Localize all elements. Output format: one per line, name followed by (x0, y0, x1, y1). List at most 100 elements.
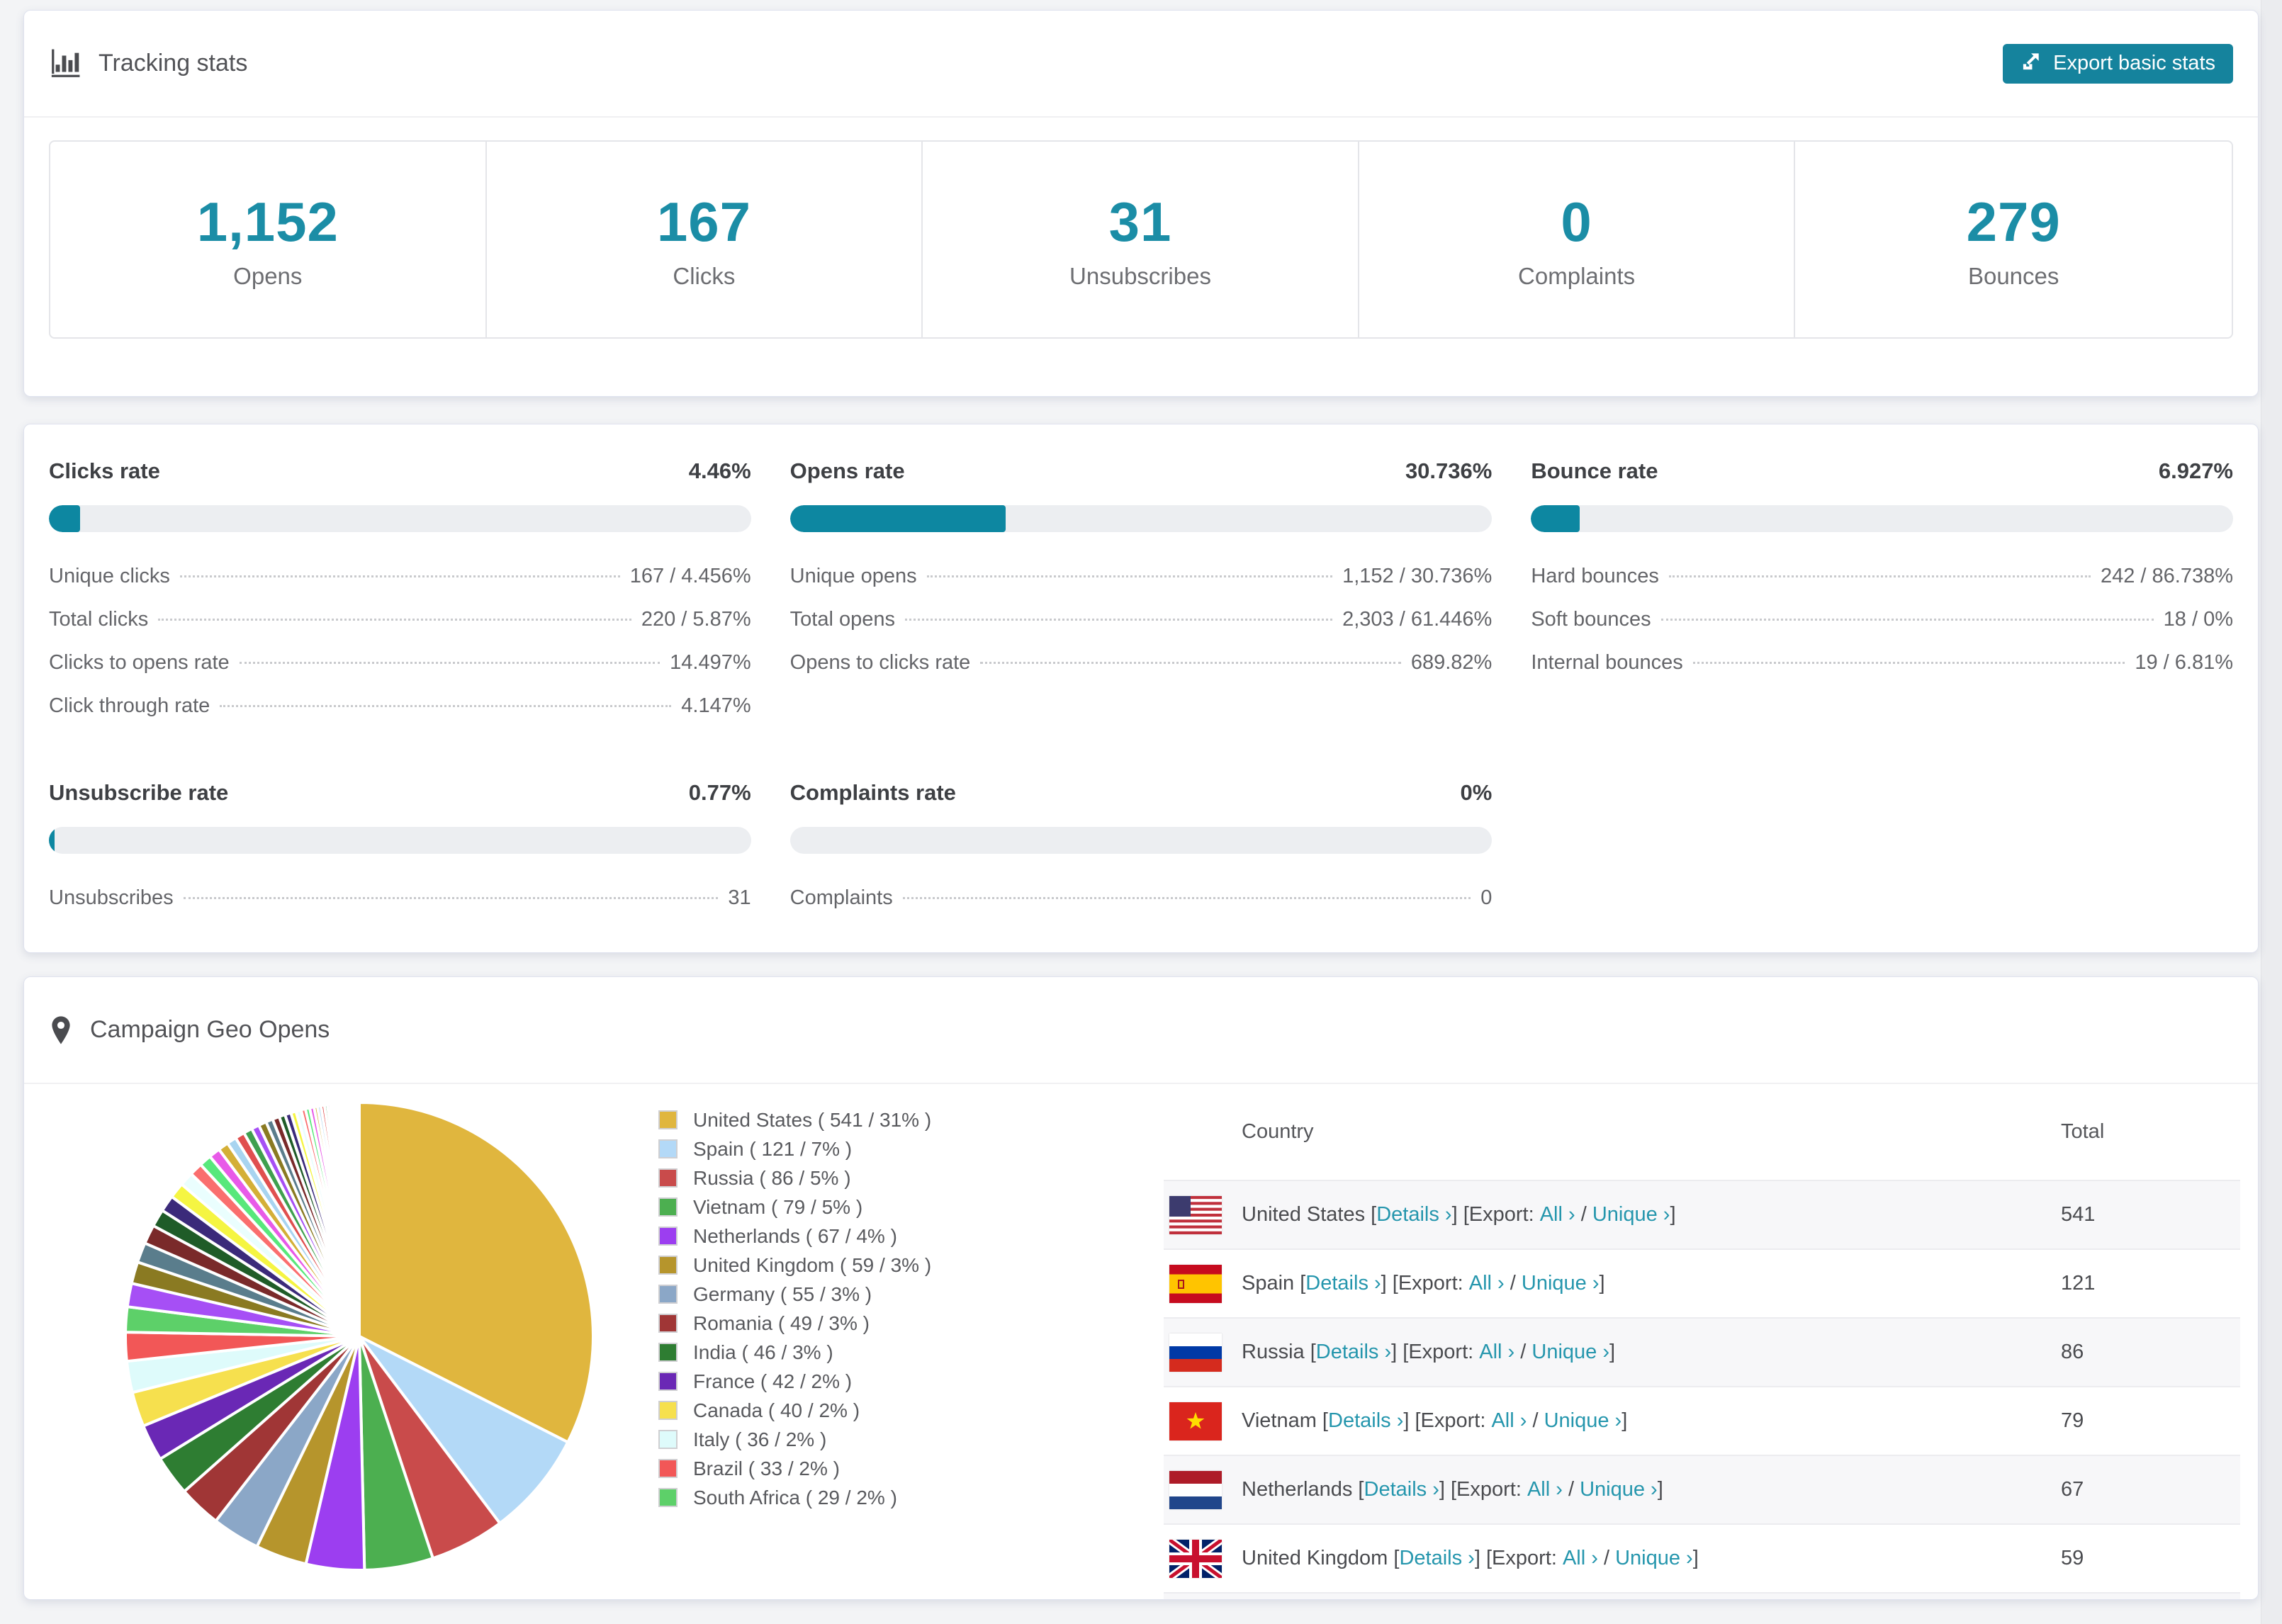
legend-label: United States ( 541 / 31% ) (693, 1108, 932, 1131)
slash: / (1597, 1547, 1616, 1569)
rate-value: 0% (1460, 780, 1493, 805)
dotted-leader (220, 705, 672, 707)
export-icon (2020, 50, 2042, 77)
stat-value: 31 (1108, 190, 1172, 253)
export-unique-link[interactable]: Unique › (1531, 1341, 1609, 1364)
pie-legend-item: Canada ( 40 / 2% ) (658, 1396, 931, 1425)
export-unique-link[interactable]: Unique › (1522, 1272, 1600, 1295)
rate-detail-label: Hard bounces (1531, 565, 1659, 587)
stat-label: Unsubscribes (1069, 262, 1211, 289)
campaign-geo-opens-card: Campaign Geo Opens United States ( 541 /… (23, 976, 2259, 1600)
country-name: Vietnam (1242, 1409, 1317, 1432)
bracket: ] [ (1474, 1547, 1492, 1569)
rate-block: Bounce rate 6.927% Hard bounces 242 / 86… (1531, 458, 2233, 738)
legend-color-swatch (658, 1197, 678, 1217)
legend-color-swatch (658, 1372, 678, 1391)
bracket: [ (1294, 1272, 1306, 1295)
details-link[interactable]: Details › (1316, 1341, 1391, 1364)
country-name: United Kingdom (1242, 1547, 1388, 1569)
export-unique-link[interactable]: Unique › (1592, 1203, 1670, 1227)
country-name: Russia (1242, 1341, 1305, 1363)
summary-stats-row: 1,152 Opens 167 Clicks 31 Unsubscribes 0… (49, 140, 2233, 339)
legend-label: United Kingdom ( 59 / 3% ) (693, 1253, 932, 1276)
rate-detail-row: Hard bounces 242 / 86.738% (1531, 565, 2233, 588)
pie-legend-item: Romania ( 49 / 3% ) (658, 1309, 931, 1338)
rate-detail-value: 18 / 0% (2163, 608, 2233, 631)
bracket: ] (1670, 1203, 1676, 1226)
summary-stat-cell: 0 Complaints (1359, 142, 1796, 337)
rate-title: Complaints rate (789, 780, 956, 805)
rate-title: Unsubscribe rate (49, 780, 229, 805)
pie-legend: United States ( 541 / 31% ) Spain ( 121 … (658, 1105, 931, 1512)
dotted-leader (1660, 619, 2154, 621)
dotted-leader (183, 897, 719, 899)
page-scrollbar-track[interactable] (2261, 0, 2282, 1624)
summary-stat-cell: 31 Unsubscribes (923, 142, 1359, 337)
stat-value: 0 (1561, 190, 1592, 253)
rate-detail-row: Complaints 0 (790, 886, 1493, 910)
slash: / (1504, 1272, 1522, 1295)
bracket: [ (1304, 1341, 1316, 1363)
rate-detail-value: 0 (1480, 886, 1493, 909)
rate-detail-value: 689.82% (1410, 651, 1493, 674)
bracket: [ (1388, 1547, 1400, 1569)
rate-progress-fill (49, 505, 81, 532)
export-all-link[interactable]: All › (1540, 1203, 1575, 1227)
stat-value: 279 (1966, 190, 2061, 253)
bracket: [ (1352, 1478, 1364, 1501)
pie-legend-item: Vietnam ( 79 / 5% ) (658, 1192, 931, 1222)
card-title-text: Tracking stats (99, 50, 248, 77)
details-link[interactable]: Details › (1328, 1409, 1403, 1433)
export-all-link[interactable]: All › (1563, 1547, 1598, 1570)
geo-table-row-partial (1164, 1592, 2240, 1599)
rate-detail-value: 4.147% (681, 694, 751, 717)
rate-detail-label: Unique clicks (49, 565, 170, 587)
bracket: [ (1365, 1203, 1377, 1226)
rate-detail-value: 1,152 / 30.736% (1342, 565, 1493, 587)
rate-detail-label: Unique opens (789, 565, 917, 587)
rate-title: Clicks rate (49, 458, 160, 483)
dotted-leader (158, 619, 631, 621)
rate-detail-label: Click through rate (49, 694, 210, 717)
total-column-header: Total (2061, 1120, 2105, 1143)
rate-detail-label: Total clicks (49, 608, 149, 631)
details-link[interactable]: Details › (1376, 1203, 1451, 1227)
legend-color-swatch (658, 1488, 678, 1507)
export-all-link[interactable]: All › (1491, 1409, 1527, 1433)
stat-value: 167 (656, 190, 751, 253)
flag-ru-icon (1169, 1333, 1222, 1372)
export-all-link[interactable]: All › (1527, 1478, 1563, 1501)
dotted-leader (239, 662, 661, 664)
details-link[interactable]: Details › (1399, 1547, 1474, 1570)
geo-table-row: Netherlands [ Details › ] [ Export: All … (1164, 1455, 2240, 1523)
bracket: ] [ (1381, 1272, 1398, 1295)
dotted-leader (902, 897, 1471, 899)
export-label: Export: (1468, 1203, 1540, 1226)
country-total: 121 (2061, 1272, 2096, 1295)
legend-label: Romania ( 49 / 3% ) (693, 1312, 870, 1334)
bracket: ] (1692, 1547, 1699, 1569)
export-unique-link[interactable]: Unique › (1544, 1409, 1622, 1433)
bracket: ] [ (1403, 1409, 1421, 1432)
pie-legend-item: Brazil ( 33 / 2% ) (658, 1454, 931, 1483)
rate-progress-bar (789, 505, 1493, 532)
legend-label: Germany ( 55 / 3% ) (693, 1282, 872, 1305)
details-link[interactable]: Details › (1305, 1272, 1381, 1295)
export-all-link[interactable]: All › (1479, 1341, 1514, 1364)
legend-color-swatch (658, 1343, 678, 1362)
export-label: Export: (1398, 1272, 1469, 1295)
country-column-header: Country (1242, 1120, 1314, 1143)
export-all-link[interactable]: All › (1469, 1272, 1505, 1295)
card-title-text: Campaign Geo Opens (90, 1016, 330, 1043)
summary-stat-cell: 167 Clicks (487, 142, 923, 337)
details-link[interactable]: Details › (1364, 1478, 1439, 1501)
pie-legend-item: Russia ( 86 / 5% ) (658, 1163, 931, 1192)
rate-detail-value: 242 / 86.738% (2100, 565, 2233, 587)
export-unique-link[interactable]: Unique › (1580, 1478, 1658, 1501)
stat-label: Complaints (1518, 262, 1636, 289)
export-unique-link[interactable]: Unique › (1615, 1547, 1693, 1570)
legend-label: Italy ( 36 / 2% ) (693, 1428, 827, 1450)
bracket: [ (1316, 1409, 1328, 1432)
slash: / (1575, 1203, 1592, 1226)
export-basic-stats-button[interactable]: Export basic stats (2003, 43, 2233, 84)
